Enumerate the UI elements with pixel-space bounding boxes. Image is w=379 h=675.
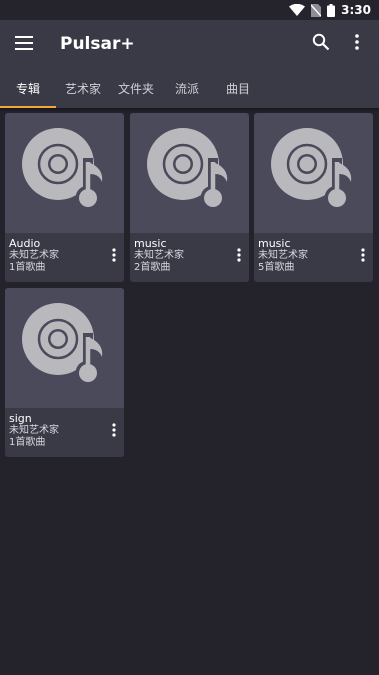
- more-vert-icon: [112, 247, 116, 266]
- album-art: [5, 288, 124, 408]
- menu-button[interactable]: [0, 20, 48, 68]
- music-disc-icon: [270, 128, 357, 218]
- album-more-button[interactable]: [107, 420, 121, 442]
- tab-folders[interactable]: 文件夹: [110, 68, 162, 108]
- app-bar: Pulsar+: [0, 20, 379, 68]
- wifi-icon: [289, 4, 306, 16]
- album-art: [254, 113, 373, 233]
- album-more-button[interactable]: [107, 245, 121, 267]
- battery-icon: [327, 3, 336, 17]
- album-card[interactable]: Audio 未知艺术家 1首歌曲: [5, 113, 124, 282]
- no-sim-icon: [311, 3, 322, 17]
- album-card[interactable]: sign 未知艺术家 1首歌曲: [5, 288, 124, 457]
- music-disc-icon: [146, 128, 233, 218]
- album-more-button[interactable]: [232, 245, 246, 267]
- status-time: 3:30: [341, 3, 371, 17]
- status-bar: 3:30: [0, 0, 379, 20]
- search-icon: [312, 33, 330, 55]
- tab-bar: 专辑 艺术家 文件夹 流派 曲目: [0, 68, 379, 108]
- album-art: [5, 113, 124, 233]
- album-art: [130, 113, 249, 233]
- album-card[interactable]: music 未知艺术家 5首歌曲: [254, 113, 373, 282]
- more-vert-icon: [112, 422, 116, 441]
- tab-tracks[interactable]: 曲目: [212, 68, 264, 108]
- overflow-menu-button[interactable]: [339, 20, 375, 68]
- more-vert-icon: [355, 34, 359, 54]
- more-vert-icon: [237, 247, 241, 266]
- tab-genres[interactable]: 流派: [162, 68, 212, 108]
- music-disc-icon: [21, 128, 108, 218]
- album-card[interactable]: music 未知艺术家 2首歌曲: [130, 113, 249, 282]
- music-disc-icon: [21, 303, 108, 393]
- app-title: Pulsar+: [60, 34, 135, 54]
- tab-artists[interactable]: 艺术家: [56, 68, 110, 108]
- hamburger-menu-icon: [15, 35, 33, 54]
- more-vert-icon: [361, 247, 365, 266]
- tab-albums[interactable]: 专辑: [0, 68, 56, 108]
- search-button[interactable]: [303, 20, 339, 68]
- album-more-button[interactable]: [356, 245, 370, 267]
